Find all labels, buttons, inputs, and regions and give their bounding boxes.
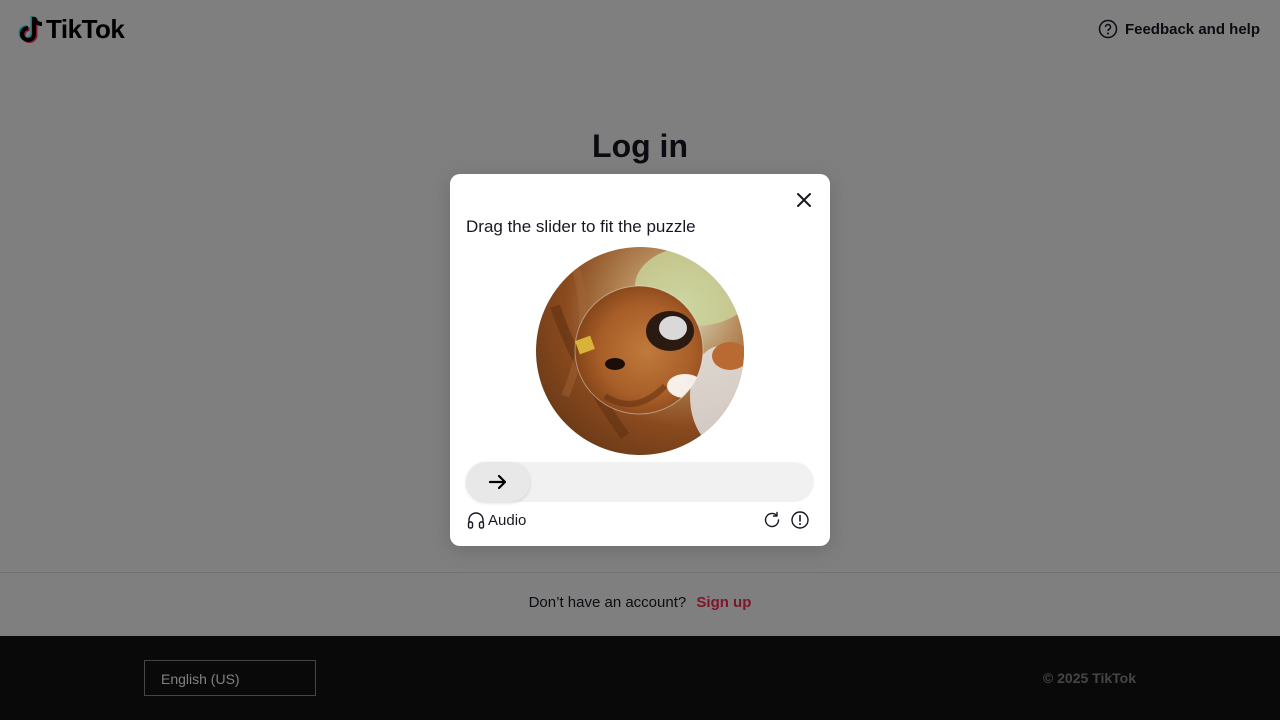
close-button[interactable] — [794, 190, 814, 210]
audio-button[interactable]: Audio — [466, 510, 526, 530]
refresh-icon — [764, 511, 780, 528]
captcha-modal: Drag the slider to fit the puzzle Audio — [450, 174, 830, 546]
audio-label: Audio — [488, 511, 527, 529]
rotate-puzzle-image — [536, 247, 744, 455]
arrow-right-icon — [488, 474, 507, 490]
slider-track[interactable] — [466, 462, 814, 502]
refresh-button[interactable] — [762, 510, 782, 530]
close-icon — [797, 193, 811, 207]
info-icon — [791, 511, 809, 529]
captcha-title: Drag the slider to fit the puzzle — [466, 217, 696, 236]
report-button[interactable] — [790, 510, 810, 530]
slider-handle[interactable] — [466, 462, 530, 502]
headphones-icon — [467, 512, 485, 529]
